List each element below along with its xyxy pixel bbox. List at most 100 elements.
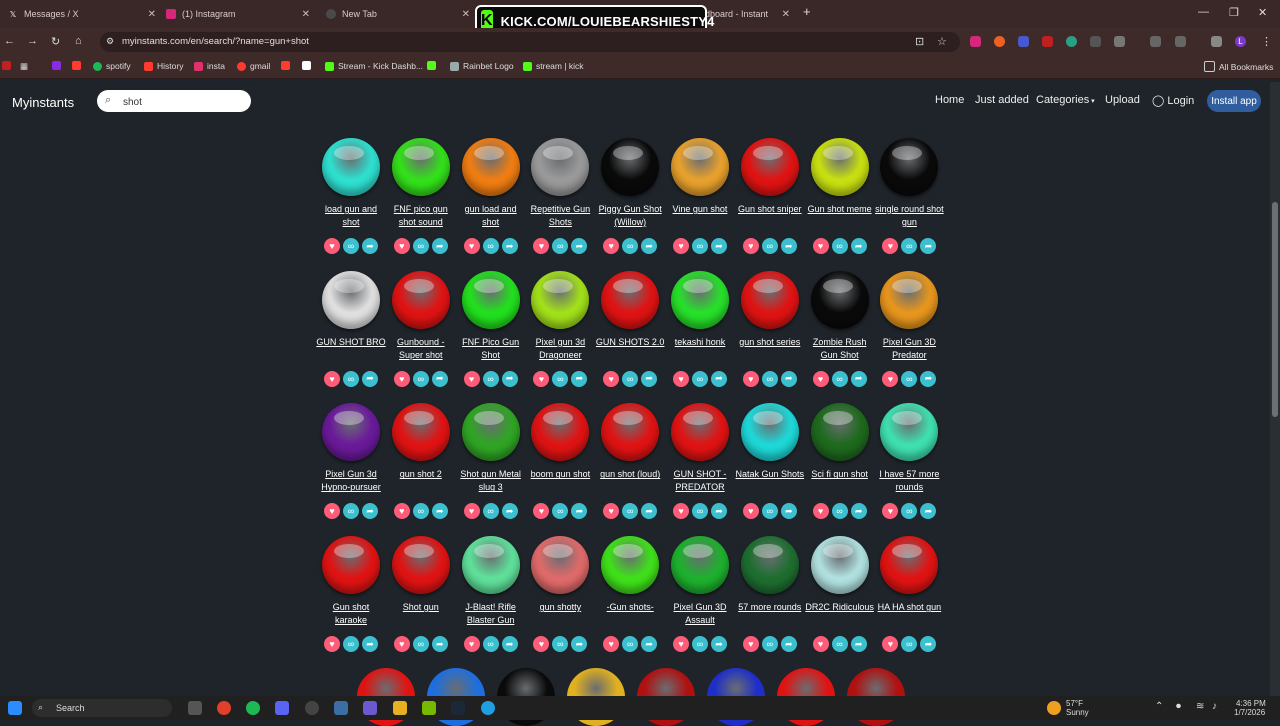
share-icon[interactable]: ➦ xyxy=(780,636,797,653)
sound-play-button[interactable] xyxy=(810,138,869,196)
share-icon[interactable]: ➦ xyxy=(711,636,727,653)
link-icon[interactable]: ∞ xyxy=(482,370,499,387)
bookmark-item[interactable] xyxy=(427,61,440,70)
heart-icon[interactable]: ♥ xyxy=(324,503,340,520)
extension-icon[interactable] xyxy=(1042,36,1053,47)
link-icon[interactable]: ∞ xyxy=(343,370,359,387)
sound-play-button[interactable] xyxy=(671,536,729,595)
share-icon[interactable]: ➦ xyxy=(571,370,588,387)
bookmark-stream-kick[interactable]: stream | kick xyxy=(523,61,584,71)
share-icon[interactable]: ➦ xyxy=(850,370,867,387)
heart-icon[interactable]: ♥ xyxy=(812,503,829,520)
link-icon[interactable]: ∞ xyxy=(901,238,918,254)
close-icon[interactable]: ✕ xyxy=(782,9,790,20)
sound-title-link[interactable]: J-Blast! Rifle Blaster Gun xyxy=(456,601,526,628)
steam-icon[interactable] xyxy=(451,701,465,715)
bookmark-gmail[interactable]: gmail xyxy=(237,61,270,71)
heart-icon[interactable]: ♥ xyxy=(742,503,759,520)
install-page-icon[interactable]: ⊡ xyxy=(915,35,924,48)
share-icon[interactable]: ➦ xyxy=(431,370,448,387)
sound-title-link[interactable]: gun shot (loud) xyxy=(595,468,665,495)
heart-icon[interactable]: ♥ xyxy=(463,503,480,520)
sound-title-link[interactable]: gun load and shot xyxy=(456,203,526,230)
bookmark-kick-dashboard[interactable]: Stream - Kick Dashb... xyxy=(325,61,423,71)
sound-title-link[interactable]: Gun shot karaoke xyxy=(316,601,386,628)
sound-title-link[interactable]: Pixel Gun 3D Assault xyxy=(665,601,735,628)
minimize-button[interactable]: — xyxy=(1198,6,1209,18)
cast-icon[interactable] xyxy=(1175,36,1186,47)
side-panel-icon[interactable] xyxy=(1150,36,1161,47)
sound-play-button[interactable] xyxy=(810,536,869,595)
heart-icon[interactable]: ♥ xyxy=(393,503,410,520)
close-window-button[interactable]: ✕ xyxy=(1258,6,1267,19)
link-icon[interactable]: ∞ xyxy=(552,370,569,387)
sound-play-button[interactable] xyxy=(531,403,590,462)
sound-play-button[interactable] xyxy=(531,536,590,595)
heart-icon[interactable]: ♥ xyxy=(882,238,899,254)
extension-icon[interactable] xyxy=(994,36,1005,47)
sound-title-link[interactable]: gun shot series xyxy=(735,336,805,363)
sound-play-button[interactable] xyxy=(322,138,380,196)
link-icon[interactable]: ∞ xyxy=(552,636,569,653)
bookmark-star-icon[interactable]: ☆ xyxy=(937,35,947,48)
close-icon[interactable]: ✕ xyxy=(462,9,470,20)
share-icon[interactable]: ➦ xyxy=(362,636,378,653)
profile-avatar[interactable]: L xyxy=(1235,36,1246,47)
share-icon[interactable]: ➦ xyxy=(362,503,378,520)
weather-temp[interactable]: 57°F xyxy=(1066,699,1083,708)
task-view-icon[interactable] xyxy=(188,701,202,715)
sound-title-link[interactable]: HA HA shot gun xyxy=(874,601,944,628)
link-icon[interactable]: ∞ xyxy=(343,636,359,653)
share-icon[interactable]: ➦ xyxy=(571,238,588,254)
file-explorer-icon[interactable] xyxy=(393,701,407,715)
link-icon[interactable]: ∞ xyxy=(831,370,848,387)
sound-title-link[interactable]: Natak Gun Shots xyxy=(735,468,805,495)
heart-icon[interactable]: ♥ xyxy=(882,503,899,520)
heart-icon[interactable]: ♥ xyxy=(812,238,829,254)
extension-icon[interactable] xyxy=(970,36,981,47)
taskbar-search[interactable]: ⌕ Search xyxy=(32,699,172,717)
sound-title-link[interactable]: Gunbound - Super shot xyxy=(386,336,456,363)
sound-play-button[interactable] xyxy=(322,536,380,595)
heart-icon[interactable]: ♥ xyxy=(812,370,829,387)
scrollbar-thumb[interactable] xyxy=(1272,202,1278,417)
sound-title-link[interactable]: DR2C Ridiculous xyxy=(805,601,875,628)
heart-icon[interactable]: ♥ xyxy=(393,370,410,387)
sound-play-button[interactable] xyxy=(740,403,799,462)
restore-button[interactable]: ❐ xyxy=(1229,6,1239,19)
sound-title-link[interactable]: Shot gun xyxy=(386,601,456,628)
microphone-icon[interactable]: ⏺ xyxy=(1176,701,1181,712)
heart-icon[interactable]: ♥ xyxy=(603,503,620,520)
link-icon[interactable]: ∞ xyxy=(622,503,639,520)
sound-title-link[interactable]: FNF pico gun shot sound xyxy=(386,203,456,230)
sound-play-button[interactable] xyxy=(740,270,799,329)
share-icon[interactable]: ➦ xyxy=(711,238,727,254)
extension-icon[interactable] xyxy=(1018,36,1029,47)
all-bookmarks[interactable]: All Bookmarks xyxy=(1204,61,1273,72)
nvidia-icon[interactable] xyxy=(422,701,436,715)
share-icon[interactable]: ➦ xyxy=(571,503,588,520)
sound-title-link[interactable]: I have 57 more rounds xyxy=(874,468,944,495)
heart-icon[interactable]: ♥ xyxy=(533,503,550,520)
link-icon[interactable]: ∞ xyxy=(482,503,499,520)
sound-title-link[interactable]: Gun shot sniper xyxy=(735,203,805,230)
sound-title-link[interactable]: Pixel gun 3d Dragoneer xyxy=(525,336,595,363)
heart-icon[interactable]: ♥ xyxy=(882,636,899,653)
sound-title-link[interactable]: GUN SHOT BRO xyxy=(316,336,386,363)
sound-play-button[interactable] xyxy=(461,138,520,196)
sound-play-button[interactable] xyxy=(601,403,660,462)
sound-title-link[interactable]: Pixel Gun 3D Predator xyxy=(874,336,944,363)
share-icon[interactable]: ➦ xyxy=(641,636,658,653)
share-icon[interactable]: ➦ xyxy=(501,370,518,387)
bookmark-item[interactable] xyxy=(302,61,315,70)
share-icon[interactable]: ➦ xyxy=(431,636,448,653)
sound-title-link[interactable]: gun shotty xyxy=(525,601,595,628)
app-icon[interactable] xyxy=(363,701,377,715)
app-icon[interactable] xyxy=(334,701,348,715)
sound-play-button[interactable] xyxy=(322,270,380,329)
chrome-icon[interactable] xyxy=(217,701,231,715)
link-icon[interactable]: ∞ xyxy=(692,636,708,653)
heart-icon[interactable]: ♥ xyxy=(533,370,550,387)
link-icon[interactable]: ∞ xyxy=(412,636,429,653)
extensions-puzzle-icon[interactable] xyxy=(1114,36,1125,47)
